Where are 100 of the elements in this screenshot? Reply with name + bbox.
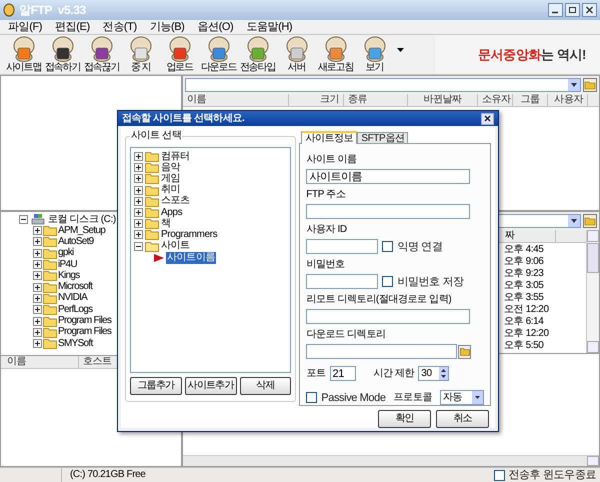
toolbar-button[interactable]: 중 지	[121, 36, 160, 73]
toolbar-button[interactable]: 전송타입	[238, 36, 277, 73]
expand-icon[interactable]	[134, 152, 143, 162]
collapse-icon[interactable]	[19, 215, 28, 224]
expand-icon[interactable]	[134, 163, 143, 172]
browse-button[interactable]	[458, 344, 472, 358]
tree-item[interactable]: gpki	[58, 247, 74, 260]
toolbar-button[interactable]: 서버	[277, 36, 316, 73]
expand-icon[interactable]	[33, 260, 42, 270]
menu-item[interactable]: 도움말(H)	[246, 21, 292, 33]
tree-item[interactable]: 게임	[161, 172, 180, 185]
tree-item[interactable]: Microsoft	[58, 281, 92, 294]
checkbox[interactable]	[494, 470, 505, 480]
toolbar-button[interactable]: 사이트맵	[4, 36, 43, 73]
checkbox[interactable]	[382, 276, 394, 287]
tree-item[interactable]: 스포츠	[161, 195, 190, 208]
tree-item[interactable]: Program Files	[58, 326, 112, 338]
remote-directory-field[interactable]	[306, 309, 470, 324]
menu-item[interactable]: 편집(E)	[55, 21, 90, 33]
expand-icon[interactable]	[134, 219, 143, 228]
tree-item[interactable]: 사이트	[161, 240, 190, 252]
tree-item[interactable]: AutoSet9	[58, 236, 94, 248]
tab[interactable]: 사이트정보	[301, 131, 358, 144]
user-id-field[interactable]	[306, 239, 378, 254]
folder-up-icon[interactable]	[583, 78, 597, 92]
collapse-icon[interactable]	[134, 242, 143, 251]
column-header[interactable]: 소유자	[478, 94, 513, 106]
expand-icon[interactable]	[33, 248, 42, 258]
minimize-button[interactable]	[548, 3, 563, 17]
column-header[interactable]: 그룹	[513, 94, 548, 106]
column-header[interactable]: 사용자	[548, 94, 588, 106]
expand-icon[interactable]	[33, 339, 42, 348]
dialog-button[interactable]: 취소	[436, 410, 489, 428]
protocol-select[interactable]: 자동	[440, 390, 484, 405]
tree-item[interactable]: 취미	[161, 184, 180, 196]
toolbar-button[interactable]: 접속끊기	[82, 36, 121, 73]
menu-item[interactable]: 기능(B)	[150, 21, 184, 33]
dialog-button[interactable]: 사이트추가	[184, 377, 237, 395]
tree-item[interactable]: APM_Setup	[58, 224, 106, 237]
dialog-button[interactable]: 삭제	[240, 377, 292, 395]
tree-item[interactable]: 사이트이름	[166, 252, 216, 264]
expand-icon[interactable]	[33, 282, 42, 292]
tab[interactable]: SFTP옵션	[357, 132, 408, 143]
expand-icon[interactable]	[33, 316, 42, 326]
column-header[interactable]: 이름	[183, 94, 289, 106]
scrollbar[interactable]	[183, 455, 599, 466]
menu-item[interactable]: 전송(T)	[102, 21, 137, 33]
expand-icon[interactable]	[33, 294, 42, 303]
tree-item[interactable]: 책	[161, 218, 171, 230]
expand-icon[interactable]	[33, 271, 42, 280]
expand-icon[interactable]	[134, 186, 143, 195]
expand-icon[interactable]	[33, 237, 42, 246]
toolbar-button[interactable]: 업로드	[160, 36, 199, 73]
dialog-button[interactable]: 그룹추가	[130, 377, 182, 395]
caret-icon[interactable]	[397, 48, 405, 53]
toolbar-button[interactable]: 보기	[355, 36, 394, 73]
tree-item[interactable]: NVIDIA	[58, 292, 88, 304]
tree-item[interactable]: 음악	[161, 162, 180, 174]
dropdown-icon[interactable]	[568, 215, 580, 227]
expand-icon[interactable]	[134, 196, 143, 206]
expand-icon[interactable]	[134, 230, 143, 240]
toolbar-button[interactable]: 접속하기	[43, 36, 82, 73]
checkbox[interactable]	[382, 241, 394, 252]
tree-item[interactable]: Program Files	[58, 315, 112, 328]
expand-icon[interactable]	[33, 226, 42, 236]
menu-item[interactable]: 옵션(O)	[197, 21, 234, 33]
tree-item[interactable]: Programmers	[161, 228, 218, 241]
scrollbar[interactable]	[586, 230, 599, 353]
tree-item[interactable]: 로컬 디스크 (C:)	[48, 214, 116, 226]
expand-icon[interactable]	[134, 208, 143, 218]
expand-icon[interactable]	[33, 328, 42, 337]
download-directory-field[interactable]	[306, 344, 458, 359]
tree-item[interactable]: SMYSoft	[58, 338, 93, 350]
checkbox[interactable]	[306, 392, 318, 403]
toolbar-button[interactable]: 다운로드	[199, 36, 238, 73]
expand-icon[interactable]	[134, 174, 143, 184]
site-name-field[interactable]: 사이트이름	[306, 169, 470, 184]
maximize-button[interactable]	[565, 3, 580, 17]
tree-item[interactable]: iP4U	[58, 258, 77, 271]
ftp-address-field[interactable]	[306, 204, 470, 219]
spinner-arrows-icon[interactable]	[439, 367, 448, 380]
tree-item[interactable]: Kings	[58, 270, 80, 282]
tree-item[interactable]: 컴퓨터	[161, 150, 190, 163]
menu-item[interactable]: 파일(F)	[8, 21, 42, 33]
dropdown-icon[interactable]	[472, 391, 483, 404]
tree-item[interactable]: PerfLogs	[58, 304, 92, 316]
column-header[interactable]: 바뀐날짜	[408, 94, 478, 106]
column-header[interactable]: 종류	[344, 94, 408, 106]
dropdown-icon[interactable]	[568, 79, 580, 91]
column-header[interactable]: 짜	[501, 230, 556, 242]
close-button[interactable]	[481, 112, 494, 124]
column-header[interactable]: 크기	[289, 94, 344, 106]
port-field[interactable]: 21	[330, 366, 356, 381]
timeout-spinner[interactable]: 30	[418, 366, 450, 381]
expand-icon[interactable]	[33, 305, 42, 314]
banner-ad[interactable]: 문서중앙화는 역시!	[435, 35, 600, 74]
folder-up-icon[interactable]	[583, 214, 597, 228]
toolbar-button[interactable]: 새로고침	[316, 36, 355, 73]
close-button[interactable]	[582, 3, 597, 17]
column-header[interactable]: 이름	[1, 356, 79, 368]
